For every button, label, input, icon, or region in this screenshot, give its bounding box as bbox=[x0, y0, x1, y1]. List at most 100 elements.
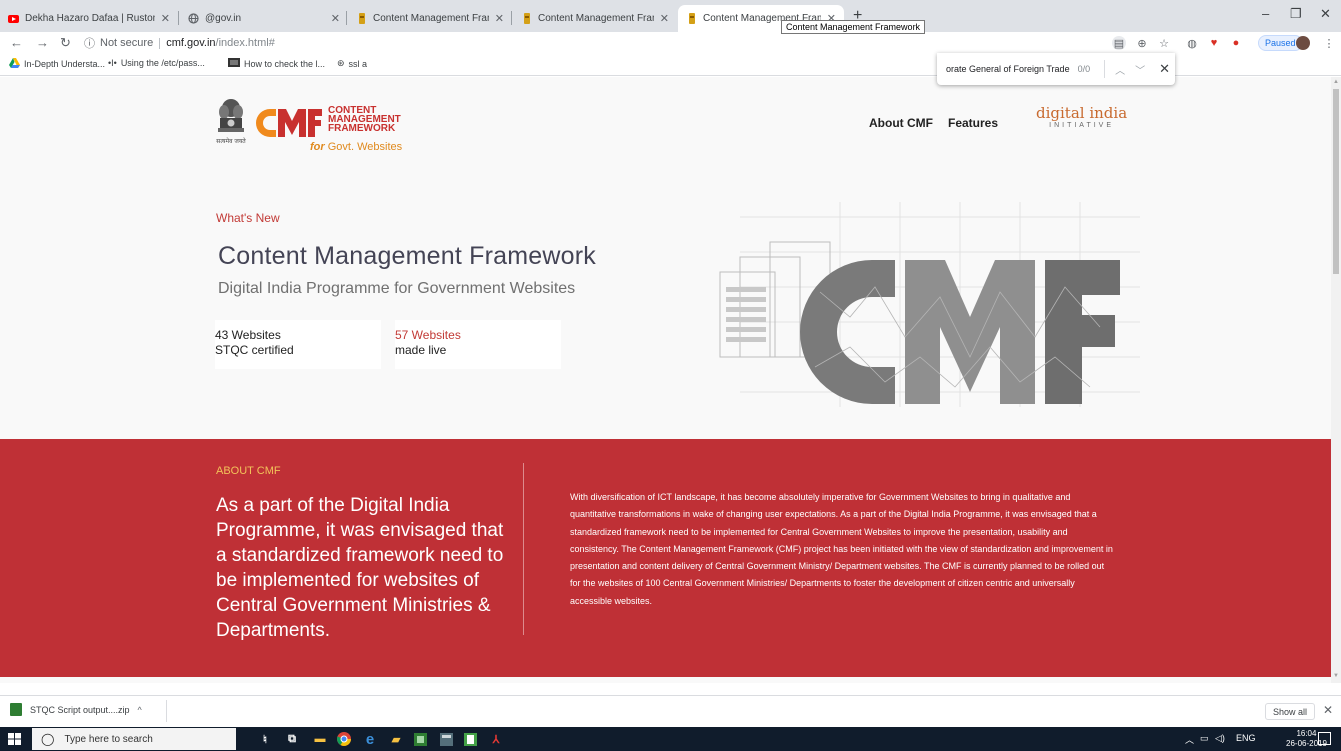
file-explorer-icon[interactable]: ▬ bbox=[312, 731, 328, 747]
language-indicator[interactable]: ENG bbox=[1236, 733, 1256, 743]
zoom-icon[interactable]: ⊕ bbox=[1135, 36, 1149, 50]
notification-icon[interactable] bbox=[1318, 732, 1331, 745]
national-emblem-icon: सत्यमेव जयते bbox=[216, 99, 246, 145]
extension-red-icon[interactable]: ● bbox=[1229, 36, 1243, 50]
bookmark-icon: •I• bbox=[108, 58, 117, 68]
minimize-icon[interactable]: – bbox=[1262, 6, 1269, 21]
page-viewport: सत्यमेव जयते CONTENT MANAGEMENT FRAMEWOR… bbox=[0, 77, 1331, 683]
microphone-icon[interactable]: ♮ bbox=[257, 731, 273, 747]
page-scrollbar[interactable]: ▲ ▼ bbox=[1331, 77, 1341, 683]
task-view-icon[interactable]: ⧉ bbox=[284, 731, 300, 747]
bookmark-icon bbox=[228, 58, 240, 69]
bookmark-item[interactable]: In-Depth Understa... bbox=[9, 58, 105, 70]
back-arrow-icon[interactable]: ← bbox=[10, 35, 23, 50]
volume-icon[interactable]: ◁) bbox=[1215, 733, 1225, 744]
find-close-icon[interactable]: ✕ bbox=[1159, 61, 1170, 77]
taskbar-search-input[interactable]: ◯ Type here to search bbox=[32, 728, 236, 750]
digital-india-logo[interactable]: digital india INITIATIVE bbox=[1036, 106, 1127, 130]
security-label: Not secure bbox=[100, 37, 154, 49]
close-tab-icon[interactable]: ✕ bbox=[495, 12, 504, 25]
show-all-button[interactable]: Show all bbox=[1265, 703, 1316, 720]
cmf-logo-text: CONTENT MANAGEMENT FRAMEWORK bbox=[328, 105, 401, 134]
youtube-icon bbox=[8, 13, 19, 24]
tray-chevron-up-icon[interactable]: ︿ bbox=[1185, 733, 1194, 746]
about-body-text: With diversification of ICT landscape, i… bbox=[570, 492, 1113, 606]
extension-heart-icon[interactable]: ♥ bbox=[1207, 36, 1221, 50]
globe-icon: ⊛ bbox=[337, 58, 345, 68]
chrome-icon[interactable] bbox=[336, 731, 352, 747]
avatar[interactable] bbox=[1296, 36, 1310, 50]
star-icon[interactable]: ☆ bbox=[1157, 36, 1171, 50]
calculator-app-icon[interactable] bbox=[438, 731, 454, 747]
globe-icon bbox=[188, 13, 199, 24]
find-previous-icon[interactable]: ︿ bbox=[1115, 62, 1125, 77]
bookmark-item[interactable]: How to check the l... bbox=[228, 58, 325, 69]
stat-card-live: 57 Websites made live bbox=[395, 320, 561, 369]
divider bbox=[523, 463, 524, 635]
svg-text:सत्यमेव जयते: सत्यमेव जयते bbox=[216, 137, 246, 145]
page-title: Content Management Framework bbox=[218, 242, 596, 270]
sheets-app-icon[interactable] bbox=[412, 731, 428, 747]
cmf-favicon bbox=[356, 13, 367, 24]
bookmark-item[interactable]: •I• Using the /etc/pass... bbox=[108, 58, 205, 68]
cmf-favicon bbox=[521, 13, 532, 24]
archive-file-icon bbox=[10, 703, 22, 716]
drive-icon bbox=[9, 58, 20, 70]
tab-tooltip: Content Management Framework bbox=[781, 20, 926, 34]
find-bar: orate General of Foreign Trade 0/0 ︿ ﹀ ✕ bbox=[937, 53, 1175, 85]
page-subtitle: Digital India Programme for Government W… bbox=[218, 280, 576, 297]
windows-taskbar: ◯ Type here to search ♮ ⧉ ▬ e ▰ ⅄ ︿ ▭ ◁)… bbox=[0, 727, 1341, 751]
cmf-illustration bbox=[719, 202, 1140, 407]
browser-tab[interactable]: Content Management Framewo ✕ bbox=[348, 5, 512, 32]
folder-app-icon[interactable]: ▰ bbox=[388, 731, 404, 747]
cmf-favicon bbox=[686, 13, 697, 24]
close-tab-icon[interactable]: ✕ bbox=[660, 12, 669, 25]
chevron-up-icon[interactable]: ^ bbox=[138, 705, 142, 715]
browser-tab[interactable]: Content Management Framewo ✕ bbox=[513, 5, 677, 32]
scrollbar-thumb[interactable] bbox=[1333, 89, 1339, 274]
tab-title: @gov.in bbox=[205, 13, 242, 24]
notepad-app-icon[interactable] bbox=[462, 731, 478, 747]
menu-icon[interactable]: ⋮ bbox=[1322, 36, 1336, 50]
find-input[interactable]: orate General of Foreign Trade bbox=[946, 64, 1070, 74]
url-host: cmf.gov.in bbox=[166, 37, 216, 49]
reader-icon[interactable]: ▤ bbox=[1112, 36, 1126, 50]
windows-start-icon[interactable] bbox=[8, 733, 21, 745]
nav-features[interactable]: Features bbox=[948, 116, 998, 130]
about-section: ABOUT CMF As a part of the Digital India… bbox=[0, 439, 1331, 677]
about-lead-text: As a part of the Digital India Programme… bbox=[216, 495, 504, 641]
close-tab-icon[interactable]: ✕ bbox=[331, 12, 340, 25]
extension-icon[interactable]: ◍ bbox=[1185, 36, 1199, 50]
forward-arrow-icon[interactable]: → bbox=[36, 35, 49, 50]
browser-tab[interactable]: @gov.in ✕ bbox=[180, 5, 348, 32]
cmf-logo-tagline: for Govt. Websites bbox=[310, 141, 403, 153]
address-bar[interactable]: ⓘ Not secure cmf.gov.in/index.html# bbox=[84, 34, 1104, 52]
browser-toolbar: ← → ↻ ⓘ Not secure cmf.gov.in/index.html… bbox=[0, 32, 1341, 54]
close-window-icon[interactable]: ✕ bbox=[1320, 6, 1331, 22]
stat-card-certified: 43 Websites STQC certified bbox=[215, 320, 381, 369]
tab-title: Content Management Framewo bbox=[373, 13, 489, 24]
cmf-logo-icon bbox=[256, 109, 322, 137]
edge-icon[interactable]: e bbox=[362, 731, 378, 748]
search-icon: ◯ bbox=[41, 732, 55, 746]
pdf-app-icon[interactable]: ⅄ bbox=[488, 731, 504, 747]
info-icon[interactable]: ⓘ bbox=[84, 35, 95, 51]
browser-tab[interactable]: Dekha Hazaro Dafaa | Rustom | A ✕ bbox=[0, 5, 178, 32]
about-kicker: ABOUT CMF bbox=[216, 465, 281, 477]
network-icon[interactable]: ▭ bbox=[1200, 733, 1209, 744]
reload-icon[interactable]: ↻ bbox=[60, 35, 71, 51]
close-downloads-icon[interactable]: ✕ bbox=[1323, 703, 1333, 717]
url-path: /index.html# bbox=[215, 37, 275, 49]
tab-strip: Dekha Hazaro Dafaa | Rustom | A ✕ @gov.i… bbox=[0, 0, 1341, 34]
find-next-icon[interactable]: ﹀ bbox=[1135, 62, 1145, 77]
close-tab-icon[interactable]: ✕ bbox=[161, 12, 170, 25]
whats-new-label[interactable]: What's New bbox=[216, 211, 280, 225]
find-count: 0/0 bbox=[1077, 64, 1091, 74]
bookmark-item[interactable]: ⊛ ssl a bbox=[337, 58, 367, 69]
nav-about-cmf[interactable]: About CMF bbox=[869, 116, 933, 130]
tab-title: Content Management Framewo bbox=[538, 13, 654, 24]
download-item[interactable]: STQC Script output....zip ^ bbox=[10, 703, 142, 716]
restore-icon[interactable]: ❐ bbox=[1290, 6, 1302, 22]
downloads-bar: STQC Script output....zip ^ Show all ✕ bbox=[0, 695, 1341, 725]
tab-title: Dekha Hazaro Dafaa | Rustom | A bbox=[25, 13, 155, 24]
